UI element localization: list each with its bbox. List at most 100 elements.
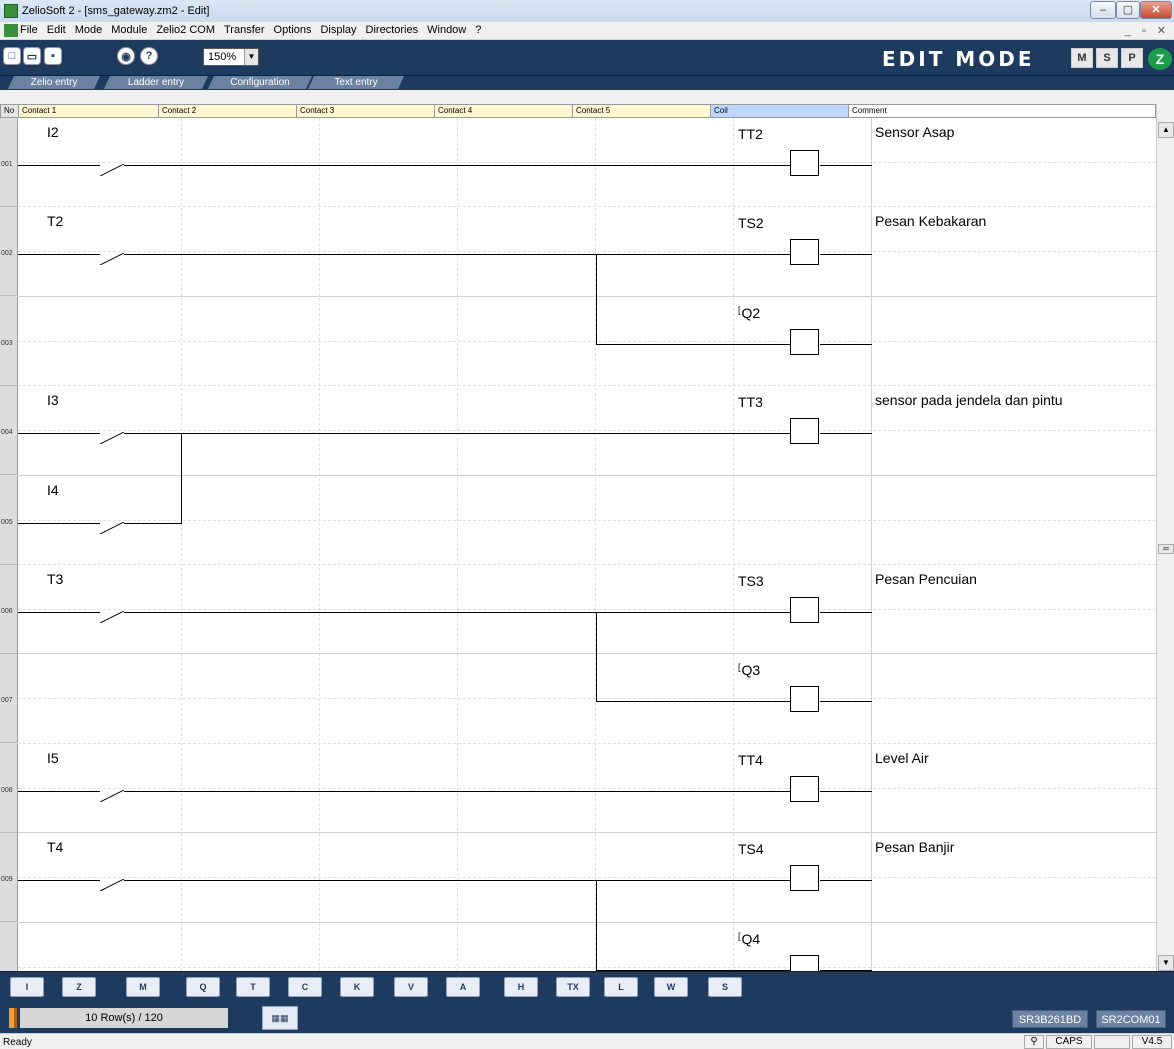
row-number: 006 [0,565,18,654]
monitor-mode-button[interactable]: M [1071,48,1093,68]
contact-label: I5 [47,750,59,766]
menu-module[interactable]: Module [111,24,147,36]
memory-relay-icon[interactable]: M [126,977,160,997]
menu-mode[interactable]: Mode [75,24,103,36]
contact-label: I2 [47,124,59,140]
coil-symbol[interactable] [790,865,819,891]
coil-label: TT4 [738,752,763,768]
analog-icon[interactable]: A [446,977,480,997]
comparator-icon[interactable]: V [394,977,428,997]
comment-text[interactable]: Pesan Kebakaran [875,213,986,229]
ladder-grid[interactable]: 001 002 003 004 005 006 007 008 009 010 I2 TT2 Sens… [0,118,1156,971]
zx-key-icon[interactable]: Z [62,977,96,997]
contact-icon[interactable]: I [10,977,44,997]
zoom-value: 150% [208,51,237,63]
coil-symbol[interactable] [790,776,819,802]
summer-winter-icon[interactable]: W [654,977,688,997]
save-icon[interactable]: ▪ [44,47,62,65]
zoom-select[interactable]: 150% ▼ [203,48,259,66]
simulation-mode-button[interactable]: S [1096,48,1118,68]
message-icon[interactable]: S [708,977,742,997]
wire [820,791,872,792]
comment-text[interactable]: Level Air [875,750,929,766]
split-handle[interactable]: ═ [1158,544,1174,554]
app-icon [4,4,18,18]
wire [820,880,872,881]
menu-edit[interactable]: Edit [47,24,66,36]
tab-text-entry[interactable]: Text entry [308,76,404,89]
coil-name: TS3 [738,573,764,589]
contact-symbol[interactable] [100,879,124,891]
com-badge[interactable]: SR2COM01 [1096,1010,1166,1028]
contact-symbol[interactable] [100,253,124,265]
view-icon[interactable]: ◉ [117,47,135,65]
counter-icon[interactable]: C [288,977,322,997]
coil-symbol[interactable] [790,686,819,712]
close-button[interactable]: ✕ [1140,1,1172,19]
text-block-icon[interactable]: TX [556,977,590,997]
supervision-mode-button[interactable]: P [1121,48,1143,68]
contact-symbol[interactable] [100,432,124,444]
row-separator [18,475,1156,476]
title-bar: ZelioSoft 2 - [sms_gateway.zm2 - Edit] ‒… [0,0,1174,22]
coil-symbol[interactable] [790,418,819,444]
tab-ladder-entry[interactable]: Ladder entry [104,76,208,89]
coil-symbol[interactable] [790,239,819,265]
maximize-button[interactable]: ▢ [1116,1,1140,19]
menu-help[interactable]: ? [475,24,481,36]
col-no: No [0,104,18,118]
scroll-down-icon[interactable]: ▼ [1158,955,1174,971]
coil-name: TT3 [738,394,763,410]
module-badge[interactable]: SR3B261BD [1012,1010,1088,1028]
menu-file[interactable]: File [20,24,38,36]
tab-zelio-entry[interactable]: Zelio entry [8,76,100,89]
timer-icon[interactable]: T [236,977,270,997]
coil-symbol[interactable] [790,329,819,355]
coil-symbol[interactable] [790,597,819,623]
mdi-controls[interactable]: _ ▫ ✕ [1125,24,1170,37]
scroll-up-icon[interactable]: ▲ [1158,122,1174,138]
new-file-icon[interactable]: □ [3,47,21,65]
row-number: 003 [0,297,18,386]
tab-bar: Zelio entry Ladder entry Configuration T… [0,76,1174,90]
contact-symbol[interactable] [100,790,124,802]
row-separator [18,296,1156,297]
col-comment: Comment [848,104,1156,118]
menu-transfer[interactable]: Transfer [224,24,265,36]
tab-configuration[interactable]: Configuration [208,76,312,89]
comment-text[interactable]: Pesan Banjir [875,839,954,855]
coil-symbol[interactable] [790,955,819,971]
chevron-down-icon[interactable]: ▼ [244,49,258,65]
fast-counter-icon[interactable]: K [340,977,374,997]
coil-bracket: [ [738,662,741,672]
wire [18,880,100,881]
menu-display[interactable]: Display [320,24,356,36]
clock-icon[interactable]: H [504,977,538,997]
contact-symbol[interactable] [100,164,124,176]
coil-name: TS2 [738,215,764,231]
row-midline [18,341,1156,342]
menu-options[interactable]: Options [274,24,312,36]
comment-text[interactable]: Sensor Asap [875,124,954,140]
minimize-button[interactable]: ‒ [1090,1,1116,19]
menu-window[interactable]: Window [427,24,466,36]
contact-symbol[interactable] [100,522,124,534]
help-icon[interactable]: ? [140,47,158,65]
vertical-scrollbar[interactable]: ▲ ═ ▼ [1156,104,1174,971]
row-midline [18,609,1156,610]
comment-text[interactable]: Pesan Pencuian [875,571,977,587]
comment-text[interactable]: sensor pada jendela dan pintu [875,392,1063,408]
contact-symbol[interactable] [100,611,124,623]
coil-symbol[interactable] [790,150,819,176]
menu-zelio2-com[interactable]: Zelio2 COM [156,24,215,36]
menu-directories[interactable]: Directories [366,24,419,36]
output-icon[interactable]: Q [186,977,220,997]
lcd-backlight-icon[interactable]: L [604,977,638,997]
info-bar: 10 Row(s) / 120 ▦▦ SR3B261BD SR2COM01 [0,1003,1174,1033]
open-file-icon[interactable]: ▭ [23,47,41,65]
row-number: 010 [0,923,18,971]
network-icon[interactable]: ▦▦ [262,1006,298,1030]
row-number-label: 007 [1,697,13,704]
coil-bracket: [ [738,931,741,941]
wire [596,254,597,345]
